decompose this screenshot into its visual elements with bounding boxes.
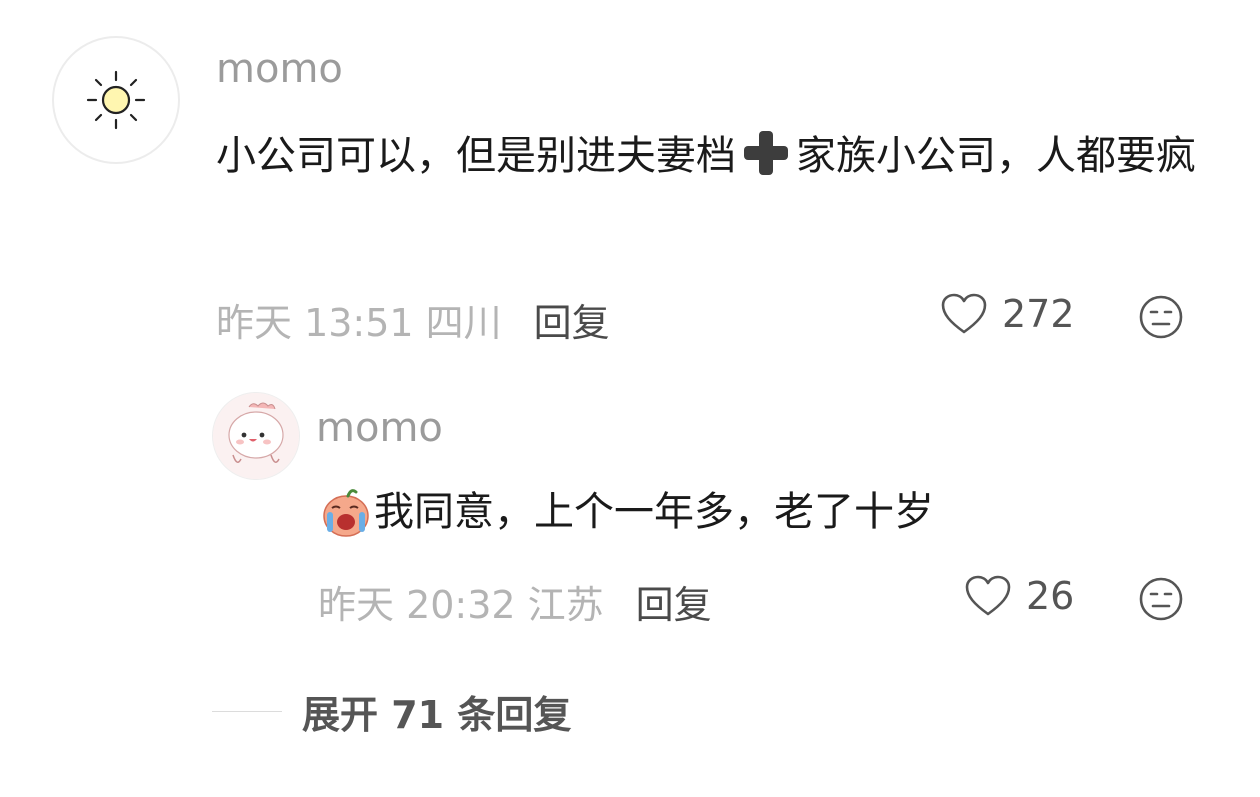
reply-like-button[interactable]: 26 xyxy=(964,574,1074,618)
comment-time: 昨天 13:51 xyxy=(216,301,414,345)
reply-time: 昨天 20:32 xyxy=(318,583,516,627)
expand-replies-button[interactable]: 展开 71 条回复 xyxy=(212,684,571,739)
comment-text-part2: 家族小公司，人都要疯 xyxy=(796,133,1196,179)
reply-reply-button[interactable]: 回复 xyxy=(636,574,712,629)
heart-icon xyxy=(941,293,987,334)
comment-location: 四川 xyxy=(425,301,502,345)
comment-username[interactable]: momo xyxy=(216,46,343,92)
user-avatar[interactable] xyxy=(52,36,180,164)
comment-meta: 昨天 13:51 四川 回复 xyxy=(216,292,610,347)
plus-emoji xyxy=(744,131,788,175)
divider-line xyxy=(212,711,282,712)
expand-replies-label: 展开 71 条回复 xyxy=(302,693,572,737)
reply-meta: 昨天 20:32 江苏 回复 xyxy=(318,574,712,629)
reply-like-count: 26 xyxy=(1026,574,1075,618)
dislike-button[interactable] xyxy=(1138,294,1184,344)
reply-user-avatar[interactable] xyxy=(212,392,300,480)
reply-location: 江苏 xyxy=(527,583,604,627)
meh-face-icon xyxy=(1139,295,1183,339)
like-count: 272 xyxy=(1002,292,1075,336)
reply-text: 我同意，上个一年多，老了十岁 xyxy=(318,476,1218,548)
reply-text-body: 我同意，上个一年多，老了十岁 xyxy=(374,489,934,535)
reply-button[interactable]: 回复 xyxy=(534,292,610,347)
meh-face-icon xyxy=(1139,577,1183,621)
comment-thread: momo 小公司可以，但是别进夫妻档 家族小公司，人都要疯 昨天 13:51 四川… xyxy=(0,0,1260,797)
heart-icon xyxy=(965,575,1011,616)
comment-text: 小公司可以，但是别进夫妻档 家族小公司，人都要疯 xyxy=(216,120,1216,192)
reply-username[interactable]: momo xyxy=(316,405,443,451)
crying-pig-emoji xyxy=(323,489,369,537)
comment-text-part1: 小公司可以，但是别进夫妻档 xyxy=(216,133,736,179)
reply-dislike-button[interactable] xyxy=(1138,576,1184,626)
like-button[interactable]: 272 xyxy=(940,292,1075,336)
sun-icon xyxy=(86,70,146,130)
pink-dino-icon xyxy=(213,393,299,479)
